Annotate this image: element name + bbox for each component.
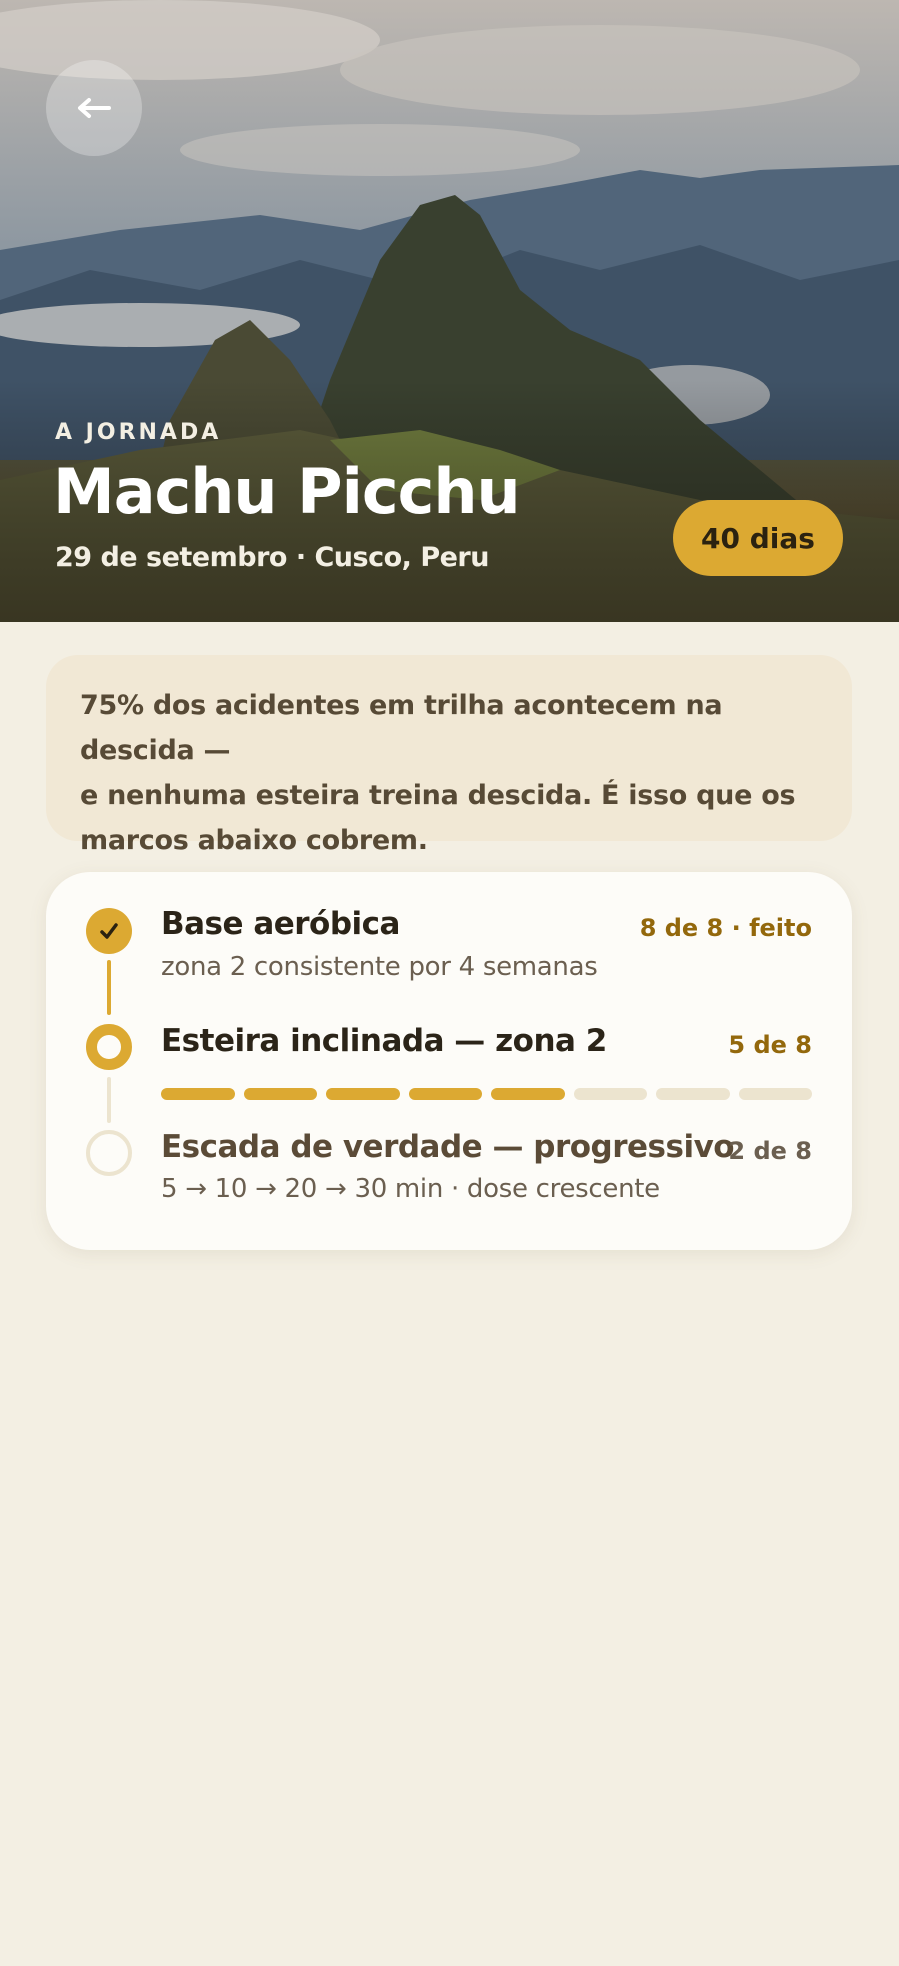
milestone-status: 2 de 8 (728, 1137, 812, 1165)
progress-segment-complete (243, 1088, 317, 1100)
progress-segment-complete (408, 1088, 482, 1100)
progress-segment-complete (491, 1088, 565, 1100)
callout-line: 75% dos acidentes em trilha acontecem na… (80, 690, 723, 766)
days-remaining-badge: 40 dias (673, 500, 843, 576)
progress-segment-pending (573, 1088, 647, 1100)
milestone-title: Esteira inclinada — zona 2 (161, 1023, 607, 1059)
progress-segment-complete (161, 1088, 235, 1100)
progress-segment-pending (656, 1088, 730, 1100)
milestone-title: Base aeróbica (161, 906, 400, 942)
hero-eyebrow: A JORNADA (55, 420, 222, 445)
milestone-title: Escada de verdade — progressivo (161, 1129, 735, 1165)
milestone-current-node (86, 1024, 132, 1070)
progress-segment-complete (326, 1088, 400, 1100)
progress-segment-pending (738, 1088, 812, 1100)
page-title: Machu Picchu (53, 455, 521, 528)
back-button[interactable] (46, 60, 142, 156)
hero-banner: A JORNADA Machu Picchu 29 de setembro · … (0, 0, 899, 622)
milestones-card: Base aeróbica 8 de 8 · feito zona 2 cons… (46, 872, 852, 1250)
milestone-done-node (86, 908, 132, 954)
timeline-connector (107, 1077, 111, 1123)
milestone-status: 8 de 8 · feito (639, 914, 812, 942)
timeline-connector (107, 960, 111, 1015)
check-icon (100, 923, 118, 939)
arrow-left-icon (78, 98, 111, 118)
milestone-upcoming-node (86, 1130, 132, 1176)
trip-date-location: 29 de setembro · Cusco, Peru (55, 542, 489, 573)
callout-line: marcos abaixo cobrem. (80, 825, 428, 856)
callout-line: e nenhuma esteira treina descida. É isso… (80, 780, 796, 811)
milestone-progress-bar (161, 1088, 812, 1100)
milestone-subtitle: 5 → 10 → 20 → 30 min · dose crescente (161, 1174, 660, 1204)
info-callout: 75% dos acidentes em trilha acontecem na… (46, 655, 852, 856)
milestone-status: 5 de 8 (728, 1031, 812, 1059)
milestone-subtitle: zona 2 consistente por 4 semanas (161, 952, 598, 982)
